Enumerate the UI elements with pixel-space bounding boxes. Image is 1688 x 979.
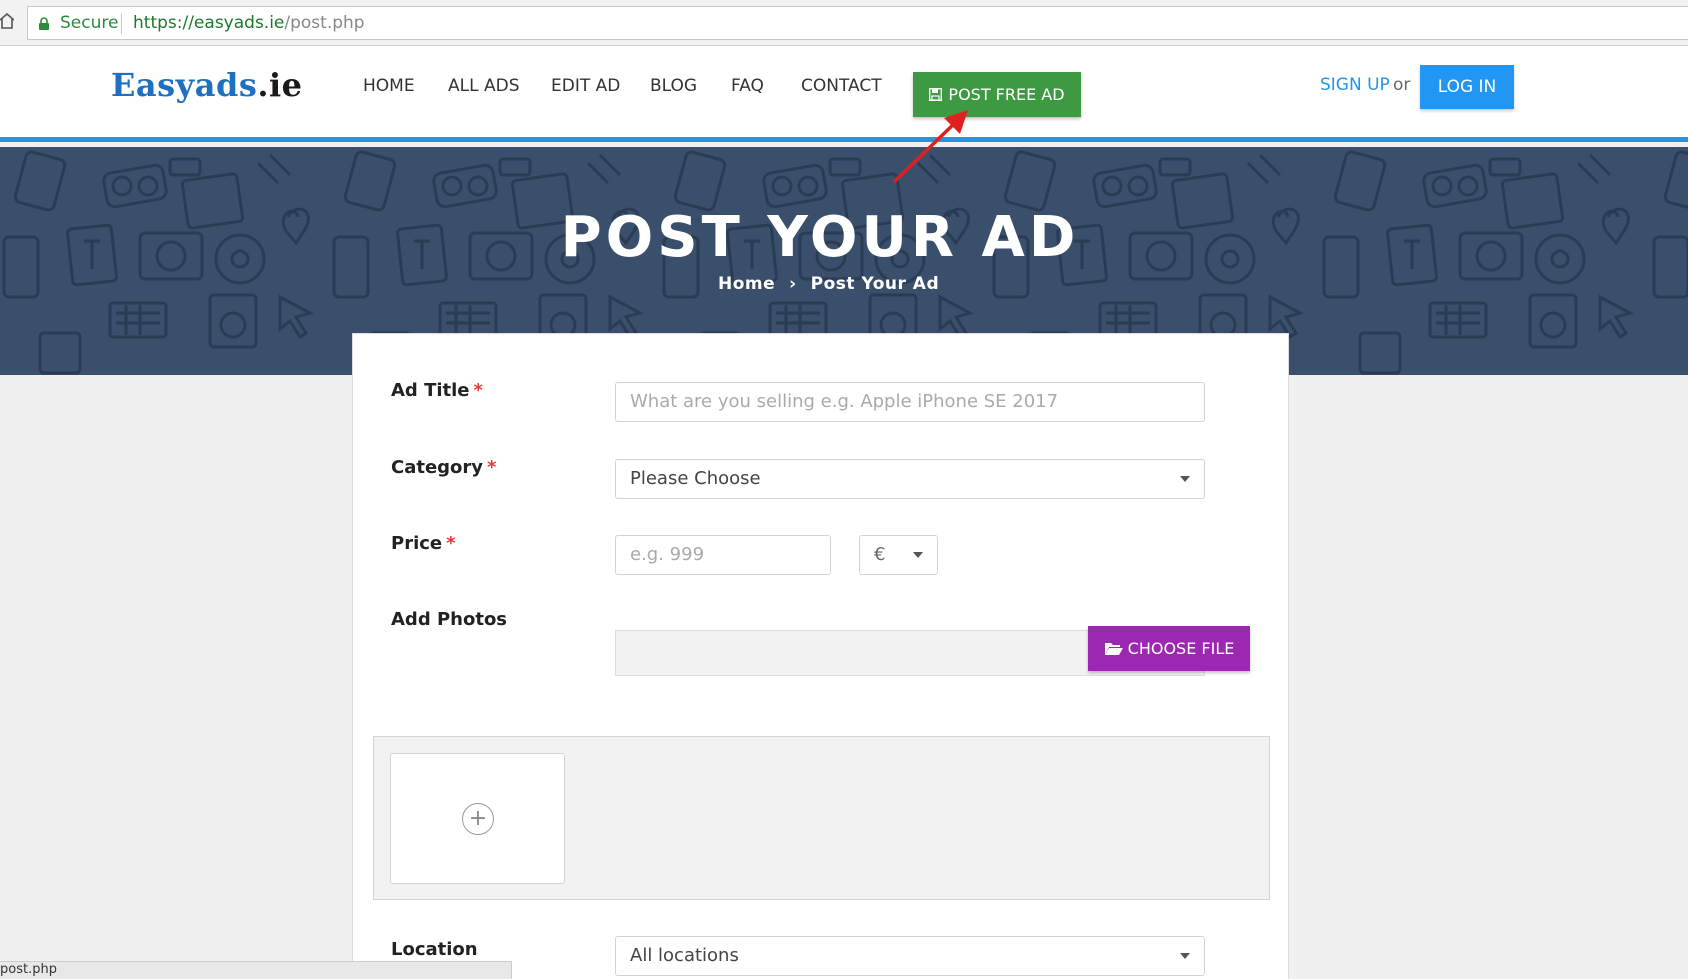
caret-down-icon (1180, 476, 1190, 482)
caret-down-icon (913, 552, 923, 558)
category-select[interactable]: Please Choose (615, 459, 1205, 499)
logo-main: Easyads (111, 66, 258, 104)
add-photo-slot[interactable]: + (390, 753, 565, 884)
log-in-button[interactable]: LOG IN (1420, 65, 1514, 109)
location-label: Location (391, 939, 478, 960)
annotation-arrow (892, 110, 968, 184)
breadcrumb-current: Post Your Ad (810, 274, 940, 294)
logo-tld: .ie (257, 66, 303, 104)
plus-icon: + (462, 803, 494, 835)
nav-blog[interactable]: BLOG (650, 76, 697, 96)
url-field[interactable]: Secure https://easyads.ie/post.php (27, 6, 1688, 40)
site-logo[interactable]: Easyads.ie (111, 66, 303, 104)
nav-faq[interactable]: FAQ (731, 76, 764, 96)
required-mark: * (446, 533, 456, 554)
currency-value: € (874, 544, 886, 565)
sign-up-link[interactable]: SIGN UP (1320, 75, 1390, 95)
home-icon[interactable] (0, 13, 14, 29)
breadcrumb: Home › Post Your Ad (718, 274, 939, 294)
price-input[interactable]: e.g. 999 (615, 535, 831, 575)
post-ad-form: Ad Title * What are you selling e.g. Appl… (352, 333, 1289, 979)
location-value: All locations (630, 945, 739, 966)
photos-panel: + (373, 736, 1270, 900)
secure-label: Secure (60, 13, 119, 33)
nav-home[interactable]: HOME (363, 76, 415, 96)
browser-status-bar: post.php (0, 961, 512, 979)
page-title: POST YOUR AD (560, 205, 1080, 270)
required-mark: * (487, 457, 497, 478)
breadcrumb-home[interactable]: Home (718, 274, 775, 294)
site-header: Easyads.ie HOME ALL ADS EDIT AD BLOG FAQ… (0, 46, 1688, 142)
category-value: Please Choose (630, 468, 761, 489)
url-path: /post.php (284, 13, 365, 33)
price-label: Price * (391, 533, 456, 554)
choose-file-label: CHOOSE FILE (1127, 639, 1235, 658)
choose-file-button[interactable]: CHOOSE FILE (1088, 626, 1250, 671)
currency-select[interactable]: € (859, 535, 938, 575)
ad-title-label: Ad Title * (391, 380, 483, 401)
category-label: Category * (391, 457, 497, 478)
required-mark: * (473, 380, 483, 401)
caret-down-icon (1180, 953, 1190, 959)
folder-open-icon (1104, 643, 1123, 655)
add-photos-label: Add Photos (391, 609, 508, 630)
nav-contact[interactable]: CONTACT (801, 76, 882, 96)
breadcrumb-chevron-icon: › (789, 274, 797, 294)
nav-edit-ad[interactable]: EDIT AD (551, 76, 620, 96)
lock-icon (39, 17, 49, 30)
url-base: https://easyads.ie (133, 13, 285, 33)
or-text: or (1393, 75, 1411, 95)
browser-address-bar: Secure https://easyads.ie/post.php (0, 0, 1688, 46)
location-select[interactable]: All locations (615, 936, 1205, 976)
ad-title-input[interactable]: What are you selling e.g. Apple iPhone S… (615, 382, 1205, 422)
url-text: https://easyads.ie/post.php (133, 13, 365, 33)
nav-all-ads[interactable]: ALL ADS (448, 76, 520, 96)
address-separator (121, 14, 122, 34)
